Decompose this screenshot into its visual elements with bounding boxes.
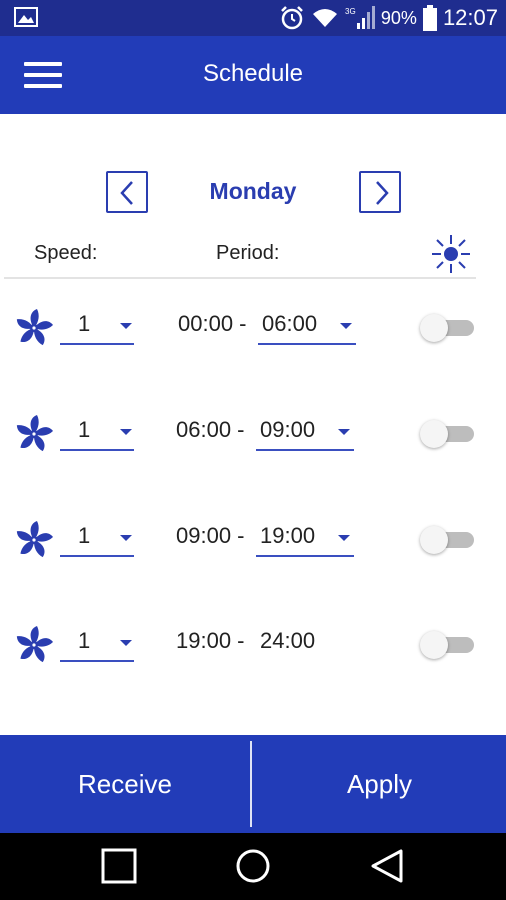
battery-percent: 90%	[380, 7, 417, 28]
schedule-row: 1 19:00 - 24:00	[0, 616, 506, 676]
speed-value: 1	[78, 628, 91, 653]
system-nav-bar	[0, 833, 506, 900]
period-start: 00:00 -	[178, 311, 247, 336]
toggle-thumb	[420, 314, 448, 342]
chevron-left-icon	[120, 181, 133, 205]
header-divider	[4, 277, 476, 279]
row-enable-toggle[interactable]	[420, 630, 476, 660]
chevron-down-icon	[120, 429, 132, 435]
speed-dropdown[interactable]: 1	[60, 409, 134, 451]
clock: 12:07	[442, 5, 498, 30]
speed-dropdown[interactable]: 1	[60, 515, 134, 557]
speed-dropdown[interactable]: 1	[60, 620, 134, 662]
speed-value: 1	[78, 311, 91, 336]
chevron-down-icon	[120, 640, 132, 646]
period-end-dropdown[interactable]: 19:00	[256, 515, 354, 557]
chevron-down-icon	[120, 535, 132, 541]
page-title: Schedule	[202, 60, 304, 87]
status-bar: 3G 90% 12:07	[0, 0, 506, 36]
row-enable-toggle[interactable]	[420, 419, 476, 449]
chevron-down-icon	[338, 535, 350, 541]
next-day-button[interactable]	[359, 171, 401, 213]
period-start: 19:00 -	[176, 628, 245, 653]
period-start: 09:00 -	[176, 523, 245, 548]
chevron-down-icon	[340, 323, 352, 329]
row-enable-toggle[interactable]	[420, 313, 476, 343]
receive-button[interactable]: Receive	[0, 735, 250, 833]
fan-icon	[16, 521, 53, 558]
period-end-dropdown[interactable]: 09:00	[256, 409, 354, 451]
speed-header: Speed:	[34, 242, 98, 264]
row-enable-toggle[interactable]	[420, 525, 476, 555]
wifi-icon	[312, 9, 337, 27]
apply-button[interactable]: Apply	[253, 735, 506, 833]
app-bar: Schedule	[0, 36, 506, 114]
chevron-right-icon	[376, 181, 389, 205]
gallery-icon	[14, 7, 38, 27]
speed-dropdown[interactable]: 1	[60, 303, 134, 345]
recents-square-icon[interactable]	[101, 848, 137, 884]
fan-icon	[16, 309, 53, 346]
network-type: 3G	[345, 7, 356, 16]
fan-icon	[16, 415, 53, 452]
action-bar: Receive Apply	[0, 735, 506, 833]
action-separator	[250, 741, 252, 827]
home-circle-icon[interactable]	[235, 848, 271, 884]
speed-value: 1	[78, 523, 91, 548]
chevron-down-icon	[338, 429, 350, 435]
alarm-icon	[281, 6, 303, 30]
fan-icon	[16, 626, 53, 663]
period-start: 06:00 -	[176, 417, 245, 442]
period-end-value: 24:00	[260, 628, 316, 653]
day-label: Monday	[209, 178, 297, 204]
toggle-thumb	[420, 631, 448, 659]
sun-icon	[432, 235, 470, 273]
chevron-down-icon	[120, 323, 132, 329]
period-end-value: 06:00	[262, 311, 318, 336]
schedule-row: 1 09:00 - 19:00	[0, 511, 506, 571]
toggle-thumb	[420, 526, 448, 554]
period-end-value: 09:00	[260, 417, 316, 442]
period-header: Period:	[216, 242, 280, 264]
period-end-dropdown[interactable]: 06:00	[258, 303, 356, 345]
prev-day-button[interactable]	[106, 171, 148, 213]
back-triangle-icon[interactable]	[369, 848, 405, 884]
speed-value: 1	[78, 417, 91, 442]
toggle-thumb	[420, 420, 448, 448]
period-end-value: 19:00	[260, 523, 316, 548]
battery-icon	[422, 5, 437, 31]
schedule-row: 1 06:00 - 09:00	[0, 405, 506, 465]
signal-icon: 3G	[345, 6, 375, 29]
schedule-row: 1 00:00 - 06:00	[0, 299, 506, 359]
